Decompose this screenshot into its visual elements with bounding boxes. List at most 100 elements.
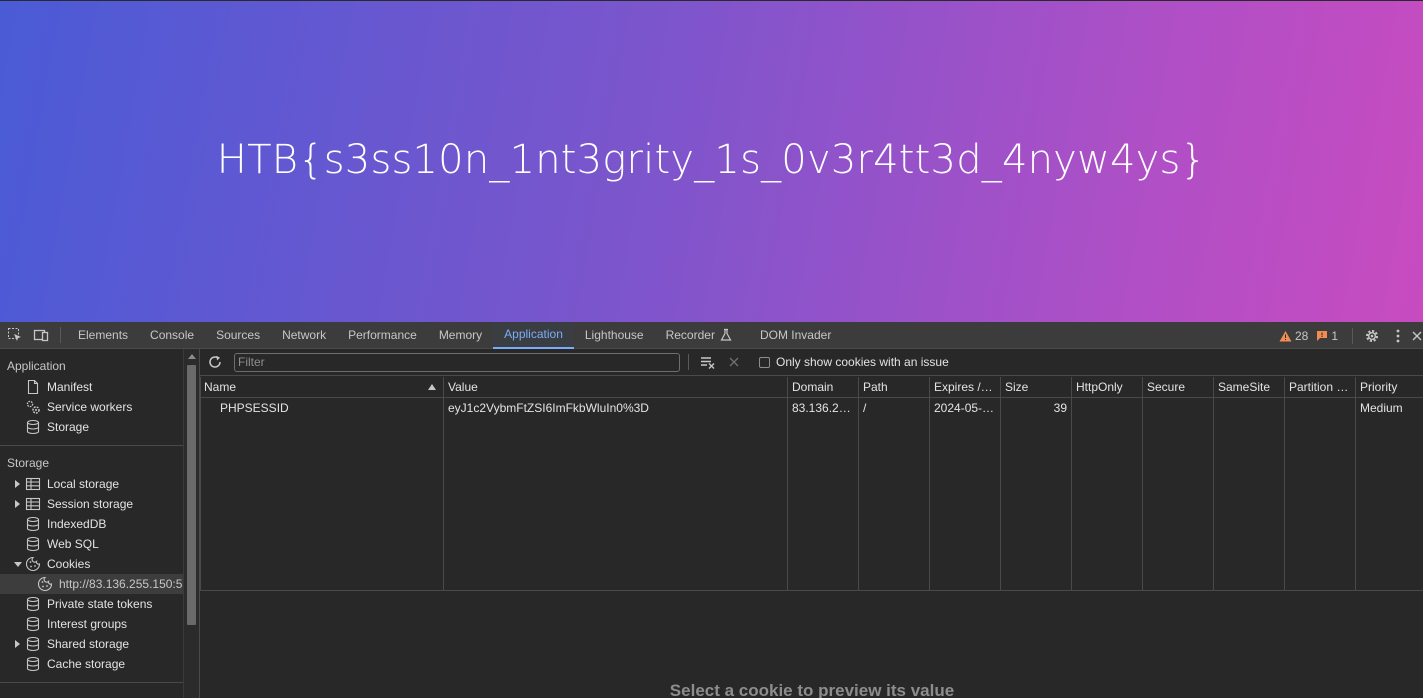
cell-value[interactable]: eyJ1c2VybmFtZSI6ImFkbWluIn0%3D (448, 401, 784, 415)
cookie-filter-input[interactable] (234, 352, 680, 372)
sidebar-item-shared-storage[interactable]: Shared storage (0, 634, 183, 654)
database-icon (26, 536, 40, 552)
tab-recorder[interactable]: Recorder (655, 322, 737, 349)
sidebar-item-indexeddb[interactable]: IndexedDB (0, 514, 183, 534)
column-divider[interactable] (443, 377, 444, 590)
sidebar-item-label: Local storage (47, 477, 120, 491)
sidebar-item-label: Cache storage (47, 657, 126, 671)
column-divider[interactable] (1355, 377, 1356, 590)
sidebar-item-local-storage[interactable]: Local storage (0, 474, 183, 494)
tab-dom-invader[interactable]: DOM Invader (749, 322, 842, 349)
sidebar-item-session-storage[interactable]: Session storage (0, 494, 183, 514)
sidebar-scrollbar[interactable] (183, 349, 199, 698)
sidebar-item-interest-groups[interactable]: Interest groups (0, 614, 183, 634)
cell-priority[interactable]: Medium (1360, 401, 1422, 415)
tab-sources[interactable]: Sources (205, 322, 271, 349)
column-header-expires[interactable]: Expires /… (934, 380, 998, 394)
cookie-preview-panel: Select a cookie to preview its value (200, 592, 1423, 698)
tab-console[interactable]: Console (139, 322, 205, 349)
column-divider[interactable] (929, 377, 930, 590)
database-icon (26, 419, 40, 435)
column-header-httponly[interactable]: HttpOnly (1076, 380, 1138, 394)
scrollbar-thumb[interactable] (187, 365, 196, 625)
more-options-icon[interactable] (1385, 323, 1411, 349)
column-header-path[interactable]: Path (863, 380, 925, 394)
flag-text: HTB{s3ss10n_1nt3grity_1s_0v3r4tt3d_4nyw4… (216, 137, 1207, 183)
cell-domain[interactable]: 83.136.2… (792, 401, 856, 415)
sidebar-item-storage[interactable]: Storage (0, 417, 183, 437)
cell-expires[interactable]: 2024-05-… (934, 401, 998, 415)
sidebar-item-label: Private state tokens (47, 597, 153, 611)
sort-ascending-icon (428, 384, 436, 390)
tab-application[interactable]: Application (493, 321, 574, 349)
warnings-count: 28 (1294, 328, 1309, 343)
expand-arrow-icon[interactable] (15, 480, 20, 488)
column-header-name[interactable]: Name (204, 380, 424, 394)
column-divider[interactable] (1000, 377, 1001, 590)
sidebar-item-web-sql[interactable]: Web SQL (0, 534, 183, 554)
collapse-arrow-icon[interactable] (14, 562, 22, 567)
issues-badge[interactable]: 1 (1316, 329, 1338, 343)
warning-icon (1279, 330, 1292, 341)
toolbar-divider (1352, 327, 1353, 344)
column-divider[interactable] (858, 377, 859, 590)
expand-arrow-icon[interactable] (15, 500, 20, 508)
toolbar-divider (688, 354, 689, 370)
cookies-pane: Only show cookies with an issue Name Val… (199, 349, 1423, 698)
column-divider[interactable] (1142, 377, 1143, 590)
sidebar-item-label: Cookies (47, 557, 91, 571)
file-icon (27, 379, 39, 395)
column-divider[interactable] (1284, 377, 1285, 590)
column-header-size[interactable]: Size (1005, 380, 1067, 394)
database-icon (26, 656, 40, 672)
page-viewport: HTB{s3ss10n_1nt3grity_1s_0v3r4tt3d_4nyw4… (0, 0, 1423, 322)
sidebar-item-private-state-tokens[interactable]: Private state tokens (0, 594, 183, 614)
tab-performance[interactable]: Performance (337, 322, 428, 349)
cookies-toolbar: Only show cookies with an issue (200, 349, 1423, 376)
close-devtools-icon[interactable] (1411, 323, 1423, 349)
sidebar-divider (0, 682, 183, 683)
column-divider[interactable] (1071, 377, 1072, 590)
sidebar-item-cookie-origin[interactable]: http://83.136.255.150:5 (0, 574, 183, 594)
expand-arrow-icon[interactable] (15, 640, 20, 648)
devtools-tabbar: Elements Console Sources Network Perform… (0, 321, 1423, 349)
table-icon (25, 497, 41, 511)
column-header-secure[interactable]: Secure (1147, 380, 1209, 394)
sidebar-item-manifest[interactable]: Manifest (0, 377, 183, 397)
cookie-icon (37, 576, 53, 592)
sidebar-item-label: http://83.136.255.150:5 (59, 577, 183, 591)
tab-network[interactable]: Network (271, 322, 337, 349)
tab-memory[interactable]: Memory (428, 322, 493, 349)
device-toolbar-icon[interactable] (28, 322, 54, 348)
preview-placeholder-text: Select a cookie to preview its value (669, 681, 955, 698)
warnings-badge[interactable]: 28 (1279, 329, 1308, 343)
settings-gear-icon[interactable] (1359, 323, 1385, 349)
only-issues-checkbox[interactable] (759, 356, 770, 368)
column-divider[interactable] (787, 377, 788, 590)
sidebar-item-cookies[interactable]: Cookies (0, 554, 183, 574)
sidebar-item-service-workers[interactable]: Service workers (0, 397, 183, 417)
scroll-up-arrow-icon[interactable] (188, 354, 196, 359)
column-header-priority[interactable]: Priority (1360, 380, 1422, 394)
cell-path[interactable]: / (863, 401, 927, 415)
column-divider[interactable] (1213, 377, 1214, 590)
cookie-icon (25, 556, 41, 572)
tab-lighthouse[interactable]: Lighthouse (574, 322, 655, 349)
cell-size[interactable]: 39 (1005, 401, 1067, 415)
refresh-icon[interactable] (202, 349, 228, 375)
application-sidebar: Application Manifest Service workers Sto… (0, 349, 183, 698)
column-header-domain[interactable]: Domain (792, 380, 854, 394)
inspect-element-icon[interactable] (2, 322, 28, 348)
sidebar-item-label: Service workers (47, 400, 133, 414)
column-header-samesite[interactable]: SameSite (1218, 380, 1280, 394)
sidebar-section-application: Application (7, 359, 66, 373)
flask-icon (720, 328, 732, 341)
column-header-value[interactable]: Value (448, 380, 778, 394)
column-header-partition[interactable]: Partition … (1289, 380, 1353, 394)
delete-selected-icon[interactable] (721, 349, 747, 375)
clear-all-cookies-icon[interactable] (695, 349, 721, 375)
database-icon (26, 596, 40, 612)
cell-name[interactable]: PHPSESSID (220, 401, 440, 415)
tab-elements[interactable]: Elements (67, 322, 139, 349)
sidebar-item-cache-storage[interactable]: Cache storage (0, 654, 183, 674)
